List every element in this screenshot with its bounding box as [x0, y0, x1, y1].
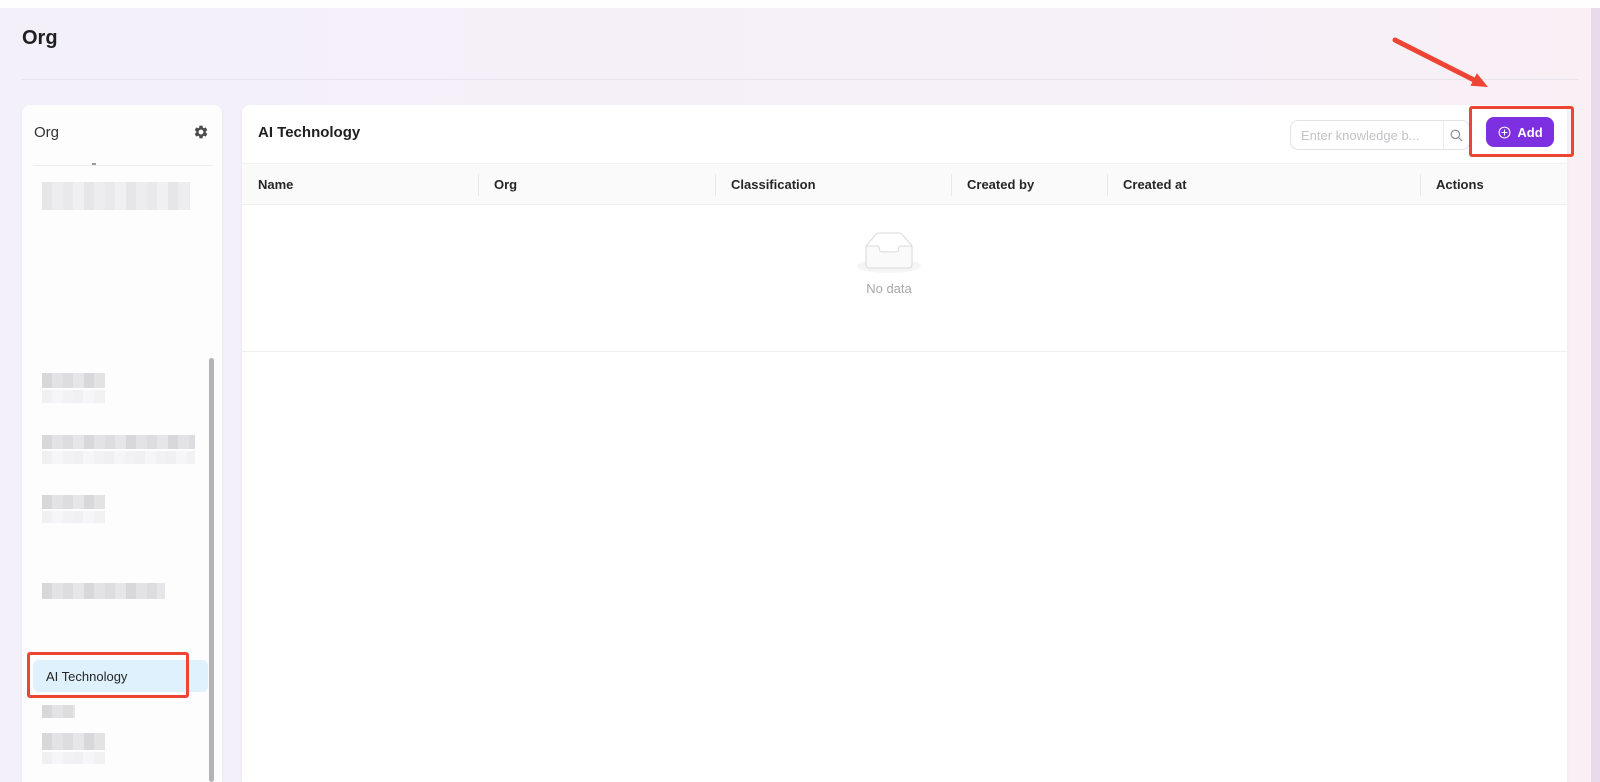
table-body: No data [242, 205, 1567, 352]
sidebar-item-label: AI Technology [46, 669, 127, 684]
column-header-created-by[interactable]: Created by [951, 164, 1107, 204]
panel-title: AI Technology [258, 124, 360, 141]
sidebar-item-ai-technology[interactable]: AI Technology [33, 660, 208, 692]
empty-state: No data [857, 232, 921, 296]
redacted-org-item[interactable] [42, 373, 105, 388]
redacted-org-item[interactable] [42, 495, 105, 509]
column-header-org[interactable]: Org [478, 164, 715, 204]
plus-circle-icon [1497, 125, 1512, 140]
sidebar-header: Org [22, 105, 222, 165]
search-icon [1449, 128, 1464, 143]
column-header-created-at[interactable]: Created at [1107, 164, 1420, 204]
knowledge-base-panel: AI Technology Add Name Org Classificatio… [242, 105, 1567, 782]
column-header-actions[interactable]: Actions [1420, 164, 1567, 204]
org-sidebar: Org AI Technology [22, 105, 222, 782]
page-divider [22, 79, 1578, 80]
knowledge-base-search [1290, 120, 1470, 150]
page-title: Org [22, 27, 58, 50]
empty-inbox-icon [857, 232, 921, 273]
top-strip [0, 0, 1600, 8]
redacted-org-item-sub [42, 451, 195, 464]
redacted-org-item[interactable] [42, 733, 105, 750]
redacted-org-item-sub [42, 752, 105, 764]
search-button[interactable] [1443, 121, 1469, 149]
column-header-classification[interactable]: Classification [715, 164, 951, 204]
redacted-org-item[interactable] [42, 182, 190, 210]
annotation-arrow [1360, 30, 1500, 95]
right-edge-strip [1591, 8, 1600, 782]
redacted-org-item[interactable] [42, 583, 165, 599]
empty-state-text: No data [866, 281, 912, 296]
column-header-name[interactable]: Name [242, 164, 478, 204]
sidebar-divider [33, 165, 213, 166]
add-button[interactable]: Add [1486, 117, 1554, 147]
sidebar-title: Org [34, 124, 59, 141]
search-input[interactable] [1291, 121, 1443, 149]
redacted-org-item-sub [42, 390, 105, 403]
redacted-org-item-sub [42, 511, 105, 523]
redacted-org-item[interactable] [42, 705, 75, 718]
table-header-row: Name Org Classification Created by Creat… [242, 163, 1567, 205]
sidebar-scrollbar[interactable] [209, 358, 214, 782]
gear-icon[interactable] [193, 124, 209, 140]
add-button-label: Add [1517, 125, 1542, 140]
org-page: Org Org AI Technology [0, 0, 1600, 782]
redacted-org-item[interactable] [42, 435, 195, 449]
sidebar-divider-mark [92, 163, 96, 165]
